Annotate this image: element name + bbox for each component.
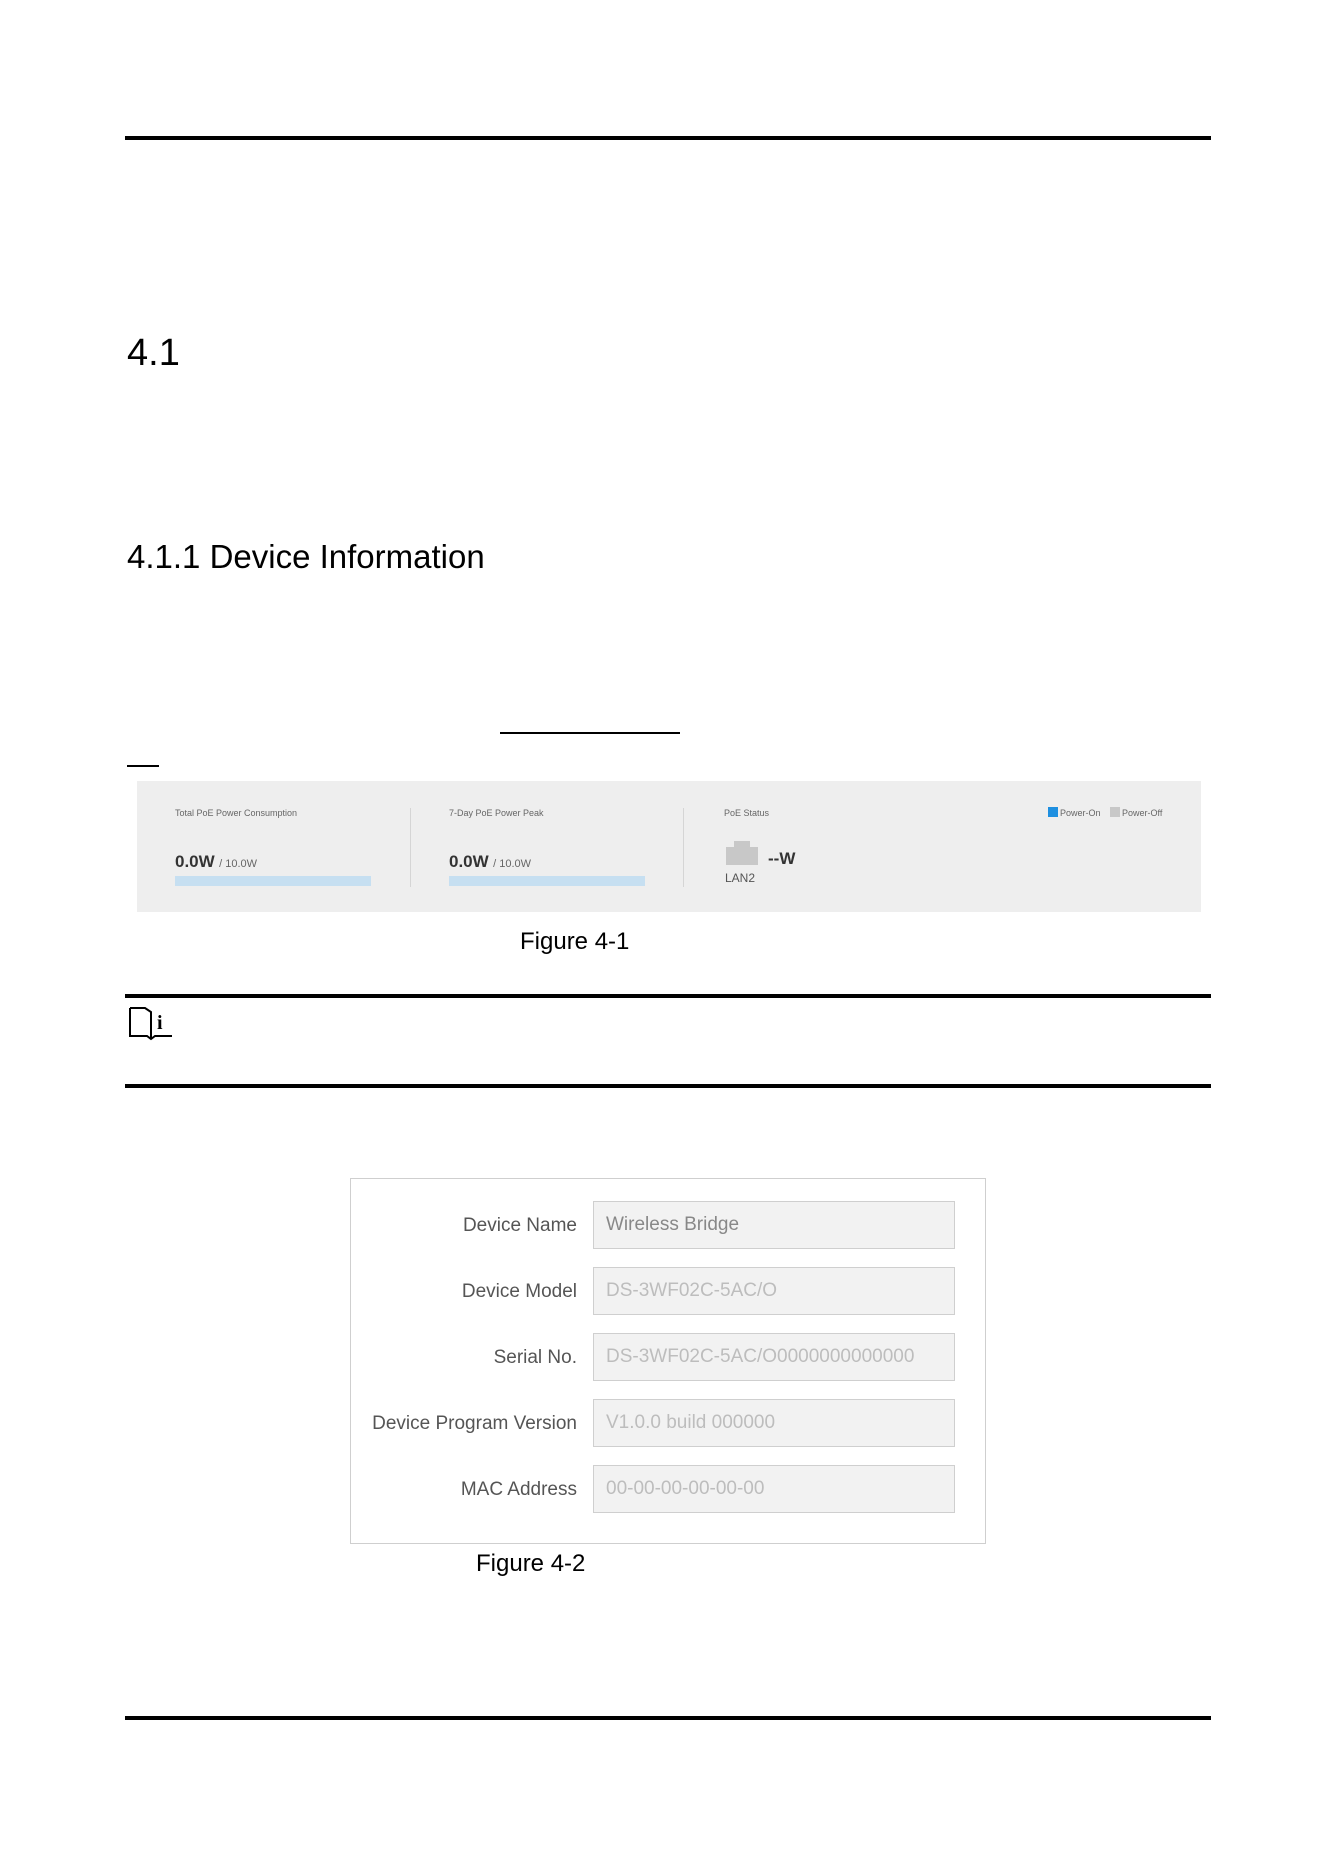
peak-poe-bar bbox=[449, 876, 645, 886]
peak-poe-value: 0.0W / 10.0W bbox=[449, 852, 531, 872]
peak-poe-label: 7-Day PoE Power Peak bbox=[449, 808, 544, 818]
serial-no-field[interactable] bbox=[593, 1333, 955, 1381]
lan-port-name: LAN2 bbox=[725, 871, 756, 885]
legend-power-on-label: Power-On bbox=[1060, 808, 1101, 818]
total-poe-current: 0.0W bbox=[175, 852, 215, 871]
program-version-field[interactable] bbox=[593, 1399, 955, 1447]
device-name-label: Device Name bbox=[462, 1215, 577, 1236]
peak-poe-max: / 10.0W bbox=[493, 858, 532, 870]
poe-status-label: PoE Status bbox=[724, 808, 770, 818]
section-number: 4.1 bbox=[127, 332, 180, 374]
total-poe-label: Total PoE Power Consumption bbox=[175, 808, 298, 818]
link-underline bbox=[500, 732, 680, 734]
device-info-panel: Device Name Device Model Serial No. Devi… bbox=[350, 1178, 986, 1544]
lan-port-icon[interactable] bbox=[726, 841, 758, 865]
legend-power-on: Power-On bbox=[1048, 807, 1101, 818]
total-poe-bar bbox=[175, 876, 371, 886]
total-poe-max: / 10.0W bbox=[219, 858, 258, 870]
serial-no-label: Serial No. bbox=[493, 1347, 577, 1368]
column-divider bbox=[683, 808, 684, 887]
figure-4-2-caption: Figure 4-2 bbox=[476, 1550, 586, 1577]
short-underline bbox=[127, 765, 159, 767]
legend-power-off: Power-Off bbox=[1110, 807, 1162, 818]
legend-power-off-label: Power-Off bbox=[1122, 808, 1163, 818]
poe-status-panel: Total PoE Power Consumption 0.0W / 10.0W… bbox=[137, 781, 1201, 912]
total-poe-value: 0.0W / 10.0W bbox=[175, 852, 257, 872]
device-model-field[interactable] bbox=[593, 1267, 955, 1315]
lan-port-power: --W bbox=[768, 849, 796, 868]
program-version-label: Device Program Version bbox=[372, 1413, 577, 1434]
device-name-field[interactable] bbox=[593, 1201, 955, 1249]
svg-text:i: i bbox=[157, 1012, 163, 1034]
mac-address-field[interactable] bbox=[593, 1465, 955, 1513]
power-off-swatch-icon bbox=[1110, 807, 1120, 817]
mac-address-label: MAC Address bbox=[460, 1479, 577, 1500]
subsection-title: 4.1.1 Device Information bbox=[127, 538, 485, 575]
note-top-rule bbox=[125, 994, 1211, 998]
note-info-icon: i bbox=[127, 1005, 175, 1041]
column-divider bbox=[410, 808, 411, 887]
peak-poe-current: 0.0W bbox=[449, 852, 489, 871]
footer-rule bbox=[125, 1716, 1211, 1720]
power-on-swatch-icon bbox=[1048, 807, 1058, 817]
header-rule bbox=[125, 136, 1211, 140]
note-bottom-rule bbox=[125, 1084, 1211, 1088]
figure-4-1-caption: Figure 4-1 bbox=[520, 928, 630, 955]
device-model-label: Device Model bbox=[461, 1281, 577, 1302]
